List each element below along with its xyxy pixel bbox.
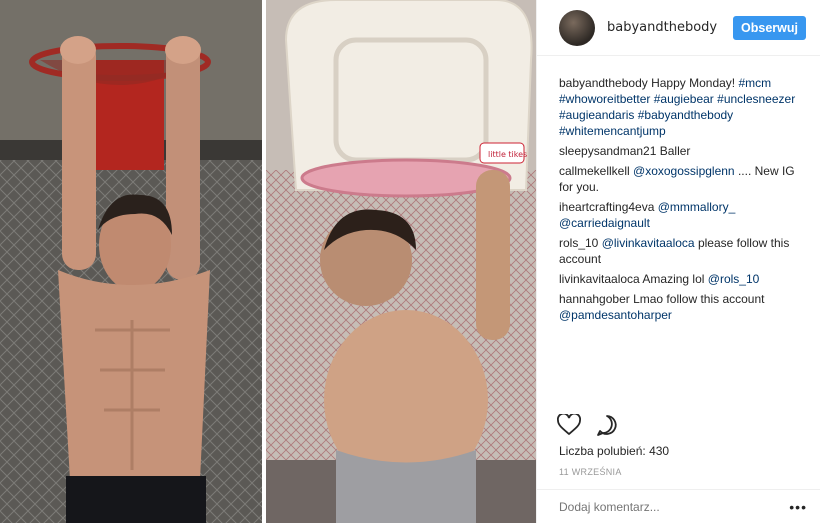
comment: sleepysandman21 Baller (559, 143, 809, 159)
more-horizontal-icon[interactable]: ••• (789, 499, 807, 515)
post-side-panel: babyandthebody Obserwuj babyandthebody H… (536, 0, 820, 523)
comment-mention[interactable]: @xoxogossipglenn (633, 164, 735, 178)
comment-author[interactable]: iheartcrafting4eva (559, 200, 654, 214)
comment-mention[interactable]: @livinkavitaaloca (602, 236, 695, 250)
avatar[interactable] (559, 9, 595, 46)
comment-mention[interactable]: @rols_10 (708, 272, 760, 286)
post-media[interactable]: little tikes (0, 0, 536, 523)
comment: iheartcrafting4eva @mmmallory_ @carrieda… (559, 199, 809, 231)
likes-count[interactable]: Liczba polubień: 430 (559, 444, 669, 458)
comment-author[interactable]: hannahgober (559, 292, 630, 306)
hashtag[interactable]: #unclesneezer (717, 92, 795, 106)
header-username[interactable]: babyandthebody (607, 20, 733, 35)
comment-mention[interactable]: @mmmallory_ (658, 200, 736, 214)
comment: callmekellkell @xoxogossipglenn .... New… (559, 163, 809, 195)
comment-text: Amazing lol (642, 272, 705, 286)
follow-button[interactable]: Obserwuj (733, 15, 806, 40)
caption: babyandthebody Happy Monday! #mcm #whowo… (559, 75, 809, 139)
likes-value: 430 (649, 444, 670, 458)
photo-child-illustration: little tikes (266, 0, 536, 523)
comments-list: babyandthebody Happy Monday! #mcm #whowo… (559, 75, 809, 327)
hashtag[interactable]: #whoworeitbetter (559, 92, 650, 106)
hashtag[interactable]: #mcm (738, 76, 771, 90)
instagram-post: little tikes babyandthebody Obserwuj bab… (0, 0, 820, 523)
comment-text: Baller (659, 144, 691, 158)
comment-author[interactable]: livinkavitaaloca (559, 272, 640, 286)
comment: livinkavitaaloca Amazing lol @rols_10 (559, 271, 809, 287)
hashtag[interactable]: #babyandthebody (638, 108, 733, 122)
hoop-brand-label: little tikes (488, 150, 527, 159)
comment-author[interactable]: callmekellkell (559, 164, 630, 178)
comment-text: Lmao follow this account (633, 292, 765, 306)
hashtag[interactable]: #augiebear (654, 92, 714, 106)
comment-mention[interactable]: @pamdesantoharper (559, 308, 672, 322)
comment-mention[interactable]: @carriedaignault (559, 216, 650, 230)
comment: rols_10 @livinkavitaaloca please follow … (559, 235, 809, 267)
heart-icon[interactable] (557, 414, 581, 436)
hashtag[interactable]: #whitemencantjump (559, 124, 666, 138)
comment-author[interactable]: rols_10 (559, 236, 598, 250)
comment-author[interactable]: sleepysandman21 (559, 144, 656, 158)
comment-input[interactable] (559, 499, 790, 514)
caption-text: Happy Monday! (651, 76, 736, 90)
photo-man-hanging-hoop (0, 0, 262, 523)
likes-label: Liczba polubień: (559, 444, 646, 458)
post-actions (557, 414, 619, 436)
photo-man-illustration (0, 0, 262, 523)
photo-child-hanging-hoop: little tikes (266, 0, 536, 523)
hashtag[interactable]: #augieandaris (559, 108, 634, 122)
post-header: babyandthebody Obserwuj (537, 0, 820, 56)
post-date: 11 WRZEŚNIA (559, 467, 622, 477)
comment: hannahgober Lmao follow this account @pa… (559, 291, 809, 323)
speech-bubble-icon[interactable] (595, 414, 619, 436)
add-comment-bar: ••• (537, 489, 820, 523)
caption-author[interactable]: babyandthebody (559, 76, 648, 90)
